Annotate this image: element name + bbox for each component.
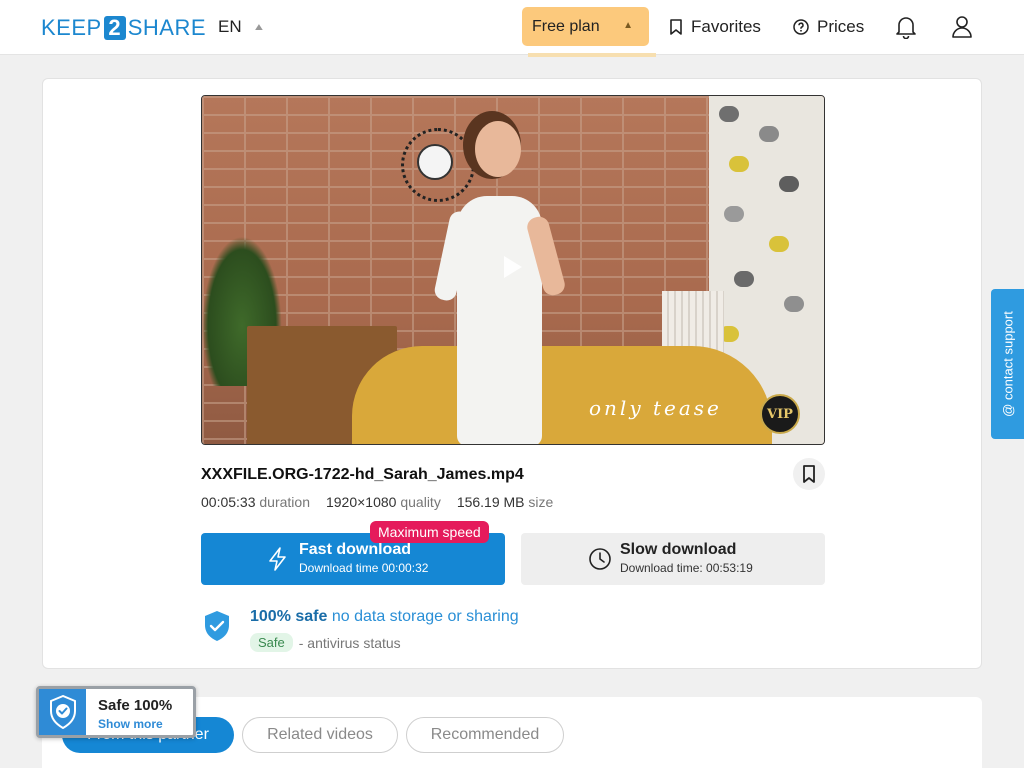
lightning-icon [269, 547, 286, 571]
person-figure [432, 121, 567, 444]
tab-recommended[interactable]: Recommended [406, 717, 564, 753]
plan-label: Free plan [532, 17, 600, 35]
max-speed-badge: Maximum speed [370, 521, 489, 543]
tab-related-videos[interactable]: Related videos [242, 717, 398, 753]
tab-label: Recommended [430, 726, 540, 743]
prices-link[interactable]: Prices [793, 17, 864, 37]
bookmark-icon [670, 19, 682, 35]
fast-download-time: Download time 00:00:32 [299, 561, 429, 575]
bookmark-icon [803, 465, 815, 483]
size-info: 156.19 MB size [457, 494, 554, 510]
slow-download-button[interactable]: Slow download Download time: 00:53:19 [521, 533, 825, 585]
video-preview[interactable]: only tease VIP [201, 95, 825, 445]
duration-value: 00:05:33 [201, 494, 256, 510]
account-button[interactable] [950, 14, 974, 40]
size-label: size [528, 494, 554, 510]
logo-right: SHARE [127, 15, 206, 40]
plan-underline [528, 53, 656, 57]
safe-badge-widget[interactable]: Safe 100% Show more [36, 686, 196, 738]
bookmark-button[interactable] [793, 458, 825, 490]
shield-check-icon [205, 611, 229, 641]
size-value: 156.19 MB [456, 494, 525, 510]
duration-info: 00:05:33 duration [201, 494, 310, 510]
logo-left: KEEP [41, 15, 102, 40]
contact-support-tab[interactable]: @ contact support [991, 289, 1024, 439]
question-circle-icon [793, 19, 809, 35]
chevron-up-icon: ▲ [252, 21, 266, 33]
show-more-link[interactable]: Show more [98, 717, 163, 731]
antivirus-status-text: - antivirus status [298, 634, 401, 651]
safety-statement: 100% safe no data storage or sharing [250, 608, 519, 626]
chevron-up-icon: ▲ [623, 20, 633, 31]
safe-pill: Safe [250, 633, 293, 652]
bell-icon [896, 17, 916, 39]
top-header: KEEP 2 SHARE EN ▲ Free plan ▲ Favorites … [0, 0, 1024, 57]
file-meta: 00:05:33 duration 1920×1080 quality 156.… [201, 494, 553, 510]
antivirus-status: Safe - antivirus status [250, 633, 401, 652]
quality-info: 1920×1080 quality [326, 494, 441, 510]
shield-check-icon [49, 695, 76, 729]
slow-download-time: Download time: 00:53:19 [620, 561, 753, 575]
file-name: XXXFILE.ORG-1722-hd_Sarah_James.mp4 [201, 466, 524, 483]
safety-strong: 100% safe [250, 608, 328, 625]
quality-label: quality [400, 494, 441, 510]
favorites-label: Favorites [691, 17, 761, 36]
keep2share-logo[interactable]: KEEP 2 SHARE [41, 15, 206, 41]
file-card: only tease VIP XXXFILE.ORG-1722-hd_Sarah… [42, 78, 982, 669]
notifications-button[interactable] [894, 14, 918, 40]
play-icon[interactable] [504, 256, 522, 278]
language-selector[interactable]: EN ▲ [218, 17, 266, 37]
safe-badge-shield [39, 689, 86, 735]
duration-label: duration [259, 494, 310, 510]
video-watermark: only tease [589, 396, 722, 420]
user-icon [952, 16, 972, 38]
favorites-link[interactable]: Favorites [669, 17, 761, 37]
language-label: EN [218, 17, 242, 36]
tab-label: Related videos [267, 726, 373, 743]
prices-label: Prices [817, 17, 865, 36]
quality-value: 1920×1080 [325, 494, 397, 510]
contact-support-label: @ contact support [1000, 311, 1015, 417]
plan-dropdown[interactable]: Free plan ▲ [522, 7, 649, 46]
safe-badge-title: Safe 100% [98, 697, 173, 714]
logo-box: 2 [103, 16, 126, 40]
fast-download-title: Fast download [299, 541, 411, 558]
vip-badge: VIP [760, 394, 800, 434]
clock-icon [589, 548, 611, 570]
slow-download-title: Slow download [620, 541, 737, 558]
safety-rest: no data storage or sharing [331, 608, 519, 625]
